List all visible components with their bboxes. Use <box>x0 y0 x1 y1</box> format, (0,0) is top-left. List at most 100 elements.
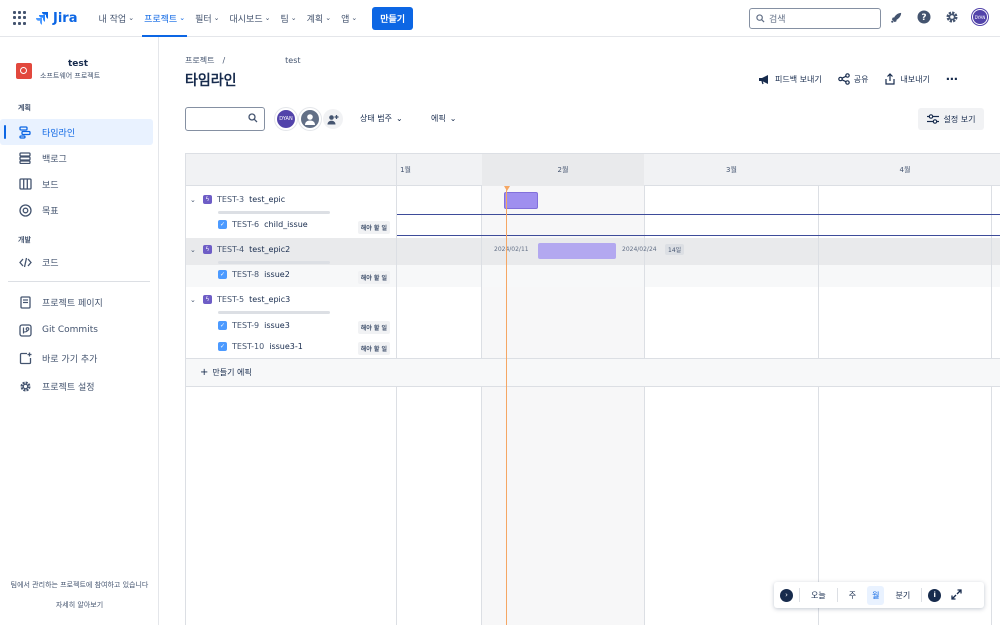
status-badge[interactable]: 해야 할 일 <box>357 271 390 284</box>
info-icon[interactable]: i <box>928 588 942 602</box>
top-icons: ? DYAN <box>888 9 988 25</box>
notifications-rocket-icon[interactable] <box>888 9 904 25</box>
timeline-icon <box>18 125 32 139</box>
today-button[interactable]: 오늘 <box>806 586 831 605</box>
plus-icon: + <box>200 367 209 378</box>
sidebar-divider <box>8 281 150 282</box>
create-epic-button[interactable]: + 만들기 에픽 <box>186 358 397 387</box>
epic-icon: ϟ <box>203 195 212 204</box>
divider <box>921 588 923 602</box>
nav-my-work[interactable]: 내 작업 ⌄ <box>93 0 139 37</box>
share-button[interactable]: 공유 <box>837 73 868 85</box>
chevron-down-icon: ⌄ <box>351 14 358 22</box>
zoom-week-button[interactable]: 주 <box>844 586 861 605</box>
epic-bar-test-3[interactable] <box>504 192 538 209</box>
section-dev-heading: 개발 <box>18 236 31 244</box>
project-header[interactable]: test 소프트웨어 프로젝트 <box>0 37 158 81</box>
create-button[interactable]: 만들기 <box>372 6 414 30</box>
user-icon <box>305 114 315 125</box>
unassigned-avatar[interactable] <box>299 108 321 130</box>
app-switcher-icon[interactable] <box>13 11 27 25</box>
chevron-down-icon[interactable]: ⌄ <box>190 296 198 304</box>
assignee-filter: DYAN <box>275 108 321 130</box>
list-item[interactable]: ⌄ ϟ TEST-3 test_epic <box>190 195 285 204</box>
epic-dropdown[interactable]: 에픽 ⌄ <box>431 113 456 124</box>
sidebar-item-timeline[interactable]: 타임라인 <box>0 119 153 145</box>
fullscreen-icon[interactable] <box>951 588 962 602</box>
list-item[interactable]: ✓ TEST-6 child_issue <box>218 220 308 229</box>
project-avatar-icon <box>16 63 32 79</box>
sidebar-item-project-pages[interactable]: 프로젝트 페이지 <box>0 288 153 316</box>
brand-name: Jira <box>53 10 78 26</box>
jira-logo[interactable]: Jira <box>35 11 77 26</box>
settings-gear-icon[interactable] <box>944 9 960 25</box>
nav-dashboards[interactable]: 대시보드 ⌄ <box>225 0 276 37</box>
add-people-button[interactable] <box>323 109 343 129</box>
main-nav: 내 작업 ⌄ 프로젝트 ⌄ 필터 ⌄ 대시보드 ⌄ 팀 ⌄ 계획 ⌄ 앱 ⌄ <box>93 0 362 37</box>
section-plan-heading: 계획 <box>18 104 31 112</box>
add-person-icon <box>327 114 339 124</box>
breadcrumb-project[interactable]: test <box>285 56 300 65</box>
help-icon[interactable]: ? <box>916 9 932 25</box>
month-divider <box>481 154 482 625</box>
list-item[interactable]: ✓ TEST-10 issue3-1 <box>218 342 303 351</box>
list-item[interactable]: ✓ TEST-8 issue2 <box>218 270 290 279</box>
more-actions-icon[interactable]: ⋯ <box>946 72 959 86</box>
team-managed-notice: 팀에서 관리하는 프로젝트에 참여하고 있습니다 <box>10 581 149 589</box>
status-badge[interactable]: 해야 할 일 <box>357 342 390 355</box>
nav-projects[interactable]: 프로젝트 ⌄ <box>139 0 190 37</box>
sidebar-item-goals[interactable]: 목표 <box>0 197 153 223</box>
sidebar-item-backlog[interactable]: 백로그 <box>0 145 153 171</box>
learn-more-link[interactable]: 자세히 알아보기 <box>0 595 159 615</box>
status-category-dropdown[interactable]: 상태 범주 ⌄ <box>360 113 403 124</box>
chevron-down-icon[interactable]: ⌄ <box>190 196 198 204</box>
list-item[interactable]: ✓ TEST-9 issue3 <box>218 321 290 330</box>
feedback-button[interactable]: 피드백 보내기 <box>758 74 822 85</box>
list-item[interactable]: ⌄ ϟ TEST-5 test_epic3 <box>190 295 290 304</box>
list-item[interactable]: ⌄ ϟ TEST-4 test_epic2 <box>190 245 290 254</box>
breadcrumb-separator: / <box>222 56 226 65</box>
top-navigation: Jira 내 작업 ⌄ 프로젝트 ⌄ 필터 ⌄ 대시보드 ⌄ 팀 ⌄ 계획 ⌄ 앱 ⌄ 만들기… <box>0 0 1000 37</box>
sidebar-item-board[interactable]: 보드 <box>0 171 153 197</box>
nav-teams[interactable]: 팀 ⌄ <box>276 0 302 37</box>
nav-apps[interactable]: 앱 ⌄ <box>336 0 362 37</box>
svg-text:?: ? <box>921 13 926 23</box>
timeline-search-input[interactable] <box>185 107 265 131</box>
breadcrumb: 프로젝트 / test <box>185 55 301 66</box>
chevron-down-icon: ⌄ <box>179 14 186 22</box>
goals-target-icon <box>18 203 32 217</box>
breadcrumb-projects[interactable]: 프로젝트 <box>185 56 214 65</box>
checkbox-task-icon: ✓ <box>218 270 227 279</box>
sidebar-item-project-settings[interactable]: 프로젝트 설정 <box>0 372 153 400</box>
chevron-down-icon: ⌄ <box>325 14 332 22</box>
checkbox-task-icon: ✓ <box>218 220 227 229</box>
today-marker-head <box>504 186 510 191</box>
chevron-right-icon[interactable]: › <box>780 588 793 602</box>
sidebar-item-code[interactable]: 코드 <box>0 249 153 275</box>
zoom-quarter-button[interactable]: 분기 <box>890 586 915 605</box>
progress-bar <box>218 261 330 264</box>
page-icon <box>18 295 32 309</box>
zoom-month-button[interactable]: 월 <box>867 585 885 605</box>
dependency-line <box>397 235 1000 236</box>
assignee-avatar[interactable]: DYAN <box>275 108 297 130</box>
nav-filters[interactable]: 필터 ⌄ <box>190 0 224 37</box>
view-settings-button[interactable]: 설정 보기 <box>918 108 984 130</box>
chevron-down-icon: ⌄ <box>128 14 135 22</box>
sidebar: test 소프트웨어 프로젝트 계획 타임라인 백로그 보드 목표 개발 코드 <box>0 37 159 625</box>
sidebar-item-git-commits[interactable]: Git Commits <box>0 316 153 344</box>
chevron-down-icon[interactable]: ⌄ <box>190 246 198 254</box>
nav-plans[interactable]: 계획 ⌄ <box>302 0 336 37</box>
sidebar-item-add-shortcut[interactable]: 바로 가기 추가 <box>0 344 153 372</box>
dependency-line <box>397 214 1000 215</box>
status-badge[interactable]: 해야 할 일 <box>357 321 390 334</box>
progress-bar <box>218 211 330 214</box>
backlog-icon <box>18 151 32 165</box>
export-button[interactable]: 내보내기 <box>884 73 930 85</box>
search-input[interactable]: 검색 <box>749 8 881 29</box>
status-badge[interactable]: 해야 할 일 <box>357 221 390 234</box>
month-divider <box>818 154 819 625</box>
user-avatar[interactable]: DYAN <box>972 9 988 25</box>
epic-bar-test-4[interactable] <box>538 243 616 259</box>
epic-icon: ϟ <box>203 245 212 254</box>
